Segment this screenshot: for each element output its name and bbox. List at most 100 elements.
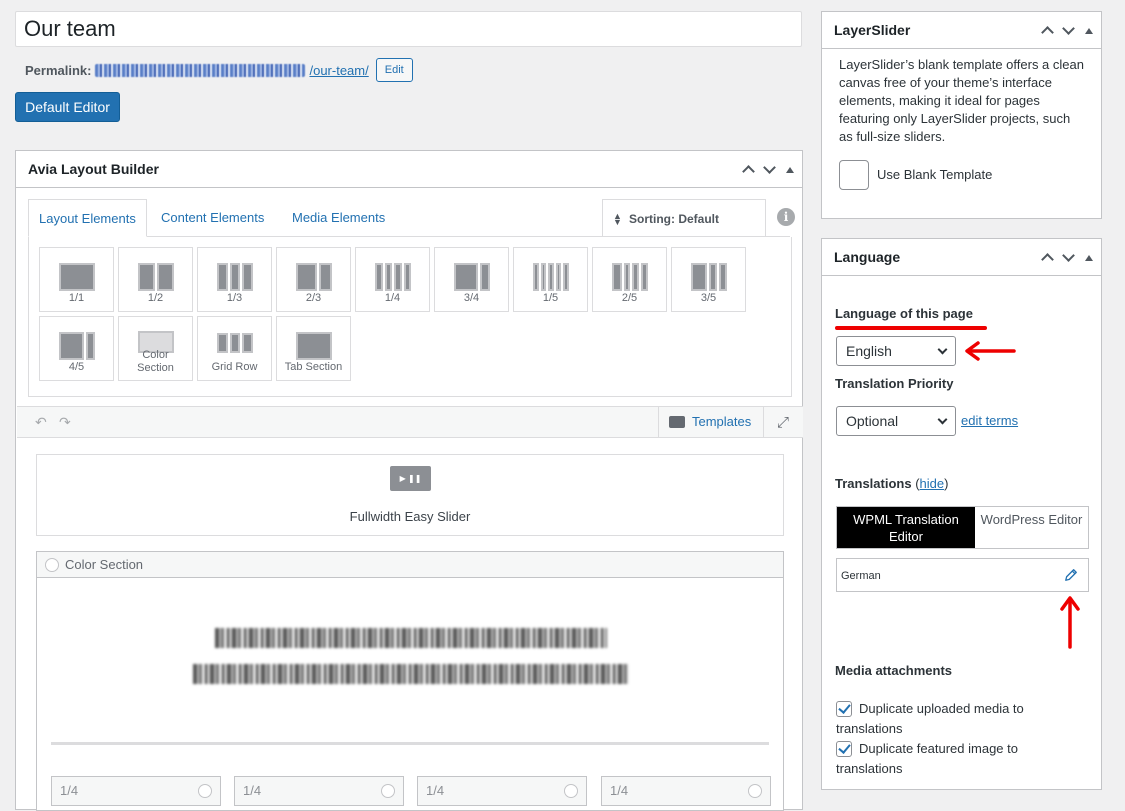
grid-row-icon [217, 333, 254, 353]
move-up-icon[interactable] [1041, 26, 1054, 39]
redo-icon[interactable]: ↷ [59, 414, 71, 431]
media-attachments-label: Media attachments [835, 663, 953, 678]
fullscreen-expand-icon[interactable]: ⤢ [777, 414, 789, 431]
element-1-4[interactable]: 1/4 [355, 247, 430, 312]
collapse-toggle-icon[interactable] [1085, 27, 1093, 34]
column-quarter-4[interactable]: 1/4 [601, 776, 771, 806]
column-4-5-icon [59, 332, 95, 360]
german-label: German [841, 570, 881, 582]
language-header: Language [822, 239, 1101, 276]
layerslider-header: LayerSlider [822, 12, 1101, 49]
column-1-3-icon [217, 263, 254, 291]
chevron-down-icon [937, 414, 948, 425]
column-quarter-1[interactable]: 1/4 [51, 776, 221, 806]
element-tab-section[interactable]: Tab Section [276, 316, 351, 381]
collapse-toggle-icon[interactable] [786, 166, 794, 173]
translation-row-german: German [836, 558, 1089, 592]
collapse-toggle-icon[interactable] [1085, 254, 1093, 261]
element-3-4[interactable]: 3/4 [434, 247, 509, 312]
column-radio-icon[interactable] [564, 784, 578, 798]
element-1-5[interactable]: 1/5 [513, 247, 588, 312]
pencil-edit-icon[interactable] [1064, 568, 1078, 582]
element-1-2[interactable]: 1/2 [118, 247, 193, 312]
translations-text: Translations [835, 476, 912, 491]
column-1-1-icon [59, 263, 95, 291]
element-1-1[interactable]: 1/1 [39, 247, 114, 312]
element-4-5[interactable]: 4/5 [39, 316, 114, 381]
permalink-edit-button[interactable]: Edit [375, 58, 413, 82]
duplicate-uploaded-media-label: Duplicate uploaded media to [859, 701, 1024, 716]
language-select[interactable]: English [836, 336, 956, 366]
column-radio-icon[interactable] [381, 784, 395, 798]
color-section-title: Color Section [65, 557, 144, 572]
sorting-dropdown[interactable]: ▲ ▼ Sorting: Default [602, 199, 766, 237]
language-of-page-label: Language of this page [835, 306, 973, 321]
move-up-icon[interactable] [1041, 253, 1054, 266]
tab-content-elements[interactable]: Content Elements [151, 199, 274, 237]
sort-arrows-icon: ▲ ▼ [613, 211, 622, 227]
duplicate-featured-image-label-cont: translations [836, 761, 903, 776]
wordpress-editor-button[interactable]: WordPress Editor [975, 507, 1088, 548]
color-section-radio-icon[interactable] [45, 558, 59, 572]
avia-layout-builder-panel: Avia Layout Builder Layout Elements Cont… [15, 150, 803, 811]
red-arrow-left-icon [965, 341, 1016, 361]
tab-layout-elements[interactable]: Layout Elements [28, 199, 147, 237]
move-down-icon[interactable] [1062, 22, 1075, 35]
tab-media-elements[interactable]: Media Elements [282, 199, 395, 237]
use-blank-template-checkbox[interactable] [839, 160, 869, 190]
permalink-slug-link[interactable]: /our-team/ [309, 63, 368, 78]
priority-select-value: Optional [846, 413, 899, 429]
info-icon[interactable]: i [777, 208, 795, 226]
layerslider-description: LayerSlider’s blank template offers a cl… [839, 57, 1084, 144]
element-3-5[interactable]: 3/5 [671, 247, 746, 312]
undo-icon[interactable]: ↶ [35, 414, 47, 431]
blurred-heading-line-1 [215, 628, 607, 648]
column-quarter-3[interactable]: 1/4 [417, 776, 587, 806]
use-blank-template-label: Use Blank Template [877, 167, 993, 182]
chevron-down-icon [937, 344, 948, 355]
move-down-icon[interactable] [1062, 249, 1075, 262]
templates-box-icon [669, 416, 685, 428]
duplicate-uploaded-media-checkbox[interactable] [836, 701, 852, 717]
column-2-5-icon [612, 263, 648, 291]
layout-elements-grid: 1/1 1/2 1/3 2/3 1/4 3/4 1/5 2/5 3/5 4/5 … [28, 237, 792, 397]
wpml-translation-editor-button[interactable]: WPML Translation Editor [837, 507, 975, 548]
column-quarter-2[interactable]: 1/4 [234, 776, 404, 806]
language-select-value: English [846, 343, 892, 359]
element-2-3[interactable]: 2/3 [276, 247, 351, 312]
templates-label: Templates [692, 414, 752, 429]
templates-button[interactable]: Templates [658, 407, 764, 437]
column-quarter-label: 1/4 [243, 783, 262, 798]
column-quarter-label: 1/4 [60, 783, 79, 798]
column-quarter-label: 1/4 [610, 783, 629, 798]
column-3-5-icon [691, 263, 727, 291]
post-title-input[interactable]: Our team [15, 11, 802, 47]
layerslider-title: LayerSlider [834, 22, 911, 38]
column-radio-icon[interactable] [748, 784, 762, 798]
blurred-heading-line-2 [193, 664, 629, 684]
color-section-block[interactable]: Color Section 1/4 1/4 1/4 1/4 [36, 551, 784, 811]
permalink-host-blurred [95, 63, 306, 77]
element-2-5[interactable]: 2/5 [592, 247, 667, 312]
duplicate-uploaded-media-label-cont: translations [836, 721, 903, 736]
permalink-label: Permalink: [25, 62, 92, 78]
column-1-4-icon [375, 263, 411, 291]
default-editor-button[interactable]: Default Editor [15, 92, 120, 122]
duplicate-featured-image-label: Duplicate featured image to [859, 741, 1018, 756]
red-arrow-up-icon [1060, 596, 1080, 649]
avia-panel-title: Avia Layout Builder [28, 161, 159, 177]
translation-priority-select[interactable]: Optional [836, 406, 956, 436]
duplicate-featured-image-checkbox[interactable] [836, 741, 852, 757]
language-title: Language [834, 249, 901, 265]
column-radio-icon[interactable] [198, 784, 212, 798]
element-color-section[interactable]: Color Section [118, 316, 193, 381]
sorting-label: Sorting: Default [629, 212, 719, 226]
element-grid-row[interactable]: Grid Row [197, 316, 272, 381]
edit-terms-link[interactable]: edit terms [961, 413, 1018, 428]
move-up-icon[interactable] [742, 165, 755, 178]
move-down-icon[interactable] [763, 161, 776, 174]
avia-panel-header: Avia Layout Builder [16, 151, 802, 188]
hide-translations-link[interactable]: hide [920, 476, 945, 491]
element-1-3[interactable]: 1/3 [197, 247, 272, 312]
fullwidth-easy-slider-block[interactable]: ▶ ❚❚ Fullwidth Easy Slider [36, 454, 784, 536]
